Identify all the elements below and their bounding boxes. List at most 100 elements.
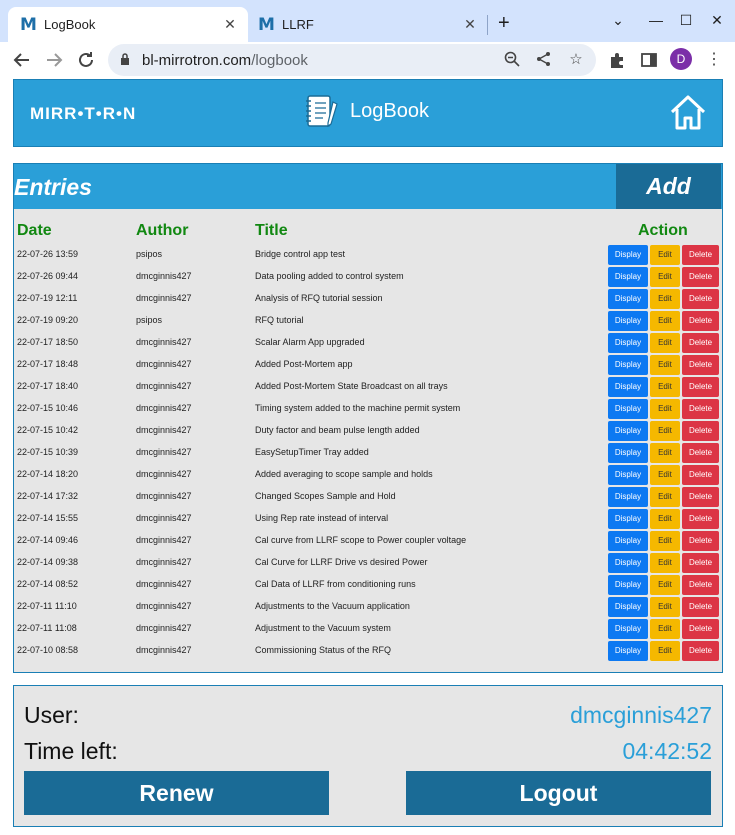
delete-button[interactable]: Delete	[682, 597, 719, 617]
edit-button[interactable]: Edit	[650, 245, 680, 265]
entry-title: Duty factor and beam pulse length added	[255, 425, 420, 435]
edit-button[interactable]: Edit	[650, 465, 680, 485]
display-button[interactable]: Display	[608, 443, 648, 463]
delete-button[interactable]: Delete	[682, 553, 719, 573]
back-arrow-icon[interactable]	[10, 48, 34, 72]
edit-button[interactable]: Edit	[650, 399, 680, 419]
side-panel-icon[interactable]	[640, 51, 658, 69]
display-button[interactable]: Display	[608, 245, 648, 265]
display-button[interactable]: Display	[608, 333, 648, 353]
entry-title: Scalar Alarm App upgraded	[255, 337, 365, 347]
logout-button[interactable]: Logout	[406, 771, 711, 815]
renew-button[interactable]: Renew	[24, 771, 329, 815]
entry-author: dmcginnis427	[136, 557, 192, 567]
display-button[interactable]: Display	[608, 531, 648, 551]
minimize-icon[interactable]: —	[646, 10, 666, 30]
display-button[interactable]: Display	[608, 399, 648, 419]
display-button[interactable]: Display	[608, 487, 648, 507]
delete-button[interactable]: Delete	[682, 641, 719, 661]
display-button[interactable]: Display	[608, 355, 648, 375]
add-entry-button[interactable]: Add	[616, 164, 721, 209]
mirrotron-logo[interactable]: MIRR•T•R•N	[30, 104, 136, 124]
edit-button[interactable]: Edit	[650, 619, 680, 639]
edit-button[interactable]: Edit	[650, 487, 680, 507]
zoom-out-icon[interactable]	[502, 50, 522, 70]
close-window-icon[interactable]: ✕	[707, 10, 727, 30]
display-button[interactable]: Display	[608, 553, 648, 573]
edit-button[interactable]: Edit	[650, 641, 680, 661]
tab-llrf[interactable]: M LLRF ✕	[252, 7, 488, 42]
display-button[interactable]: Display	[608, 289, 648, 309]
entry-title: Cal Data of LLRF from conditioning runs	[255, 579, 416, 589]
delete-button[interactable]: Delete	[682, 619, 719, 639]
column-header-title[interactable]: Title	[255, 222, 288, 240]
delete-button[interactable]: Delete	[682, 443, 719, 463]
edit-button[interactable]: Edit	[650, 531, 680, 551]
delete-button[interactable]: Delete	[682, 245, 719, 265]
display-button[interactable]: Display	[608, 641, 648, 661]
edit-button[interactable]: Edit	[650, 509, 680, 529]
entry-author: dmcginnis427	[136, 381, 192, 391]
column-header-date[interactable]: Date	[17, 222, 52, 240]
lock-icon[interactable]	[120, 52, 130, 66]
edit-button[interactable]: Edit	[650, 267, 680, 287]
edit-button[interactable]: Edit	[650, 289, 680, 309]
extensions-icon[interactable]	[608, 51, 626, 69]
delete-button[interactable]: Delete	[682, 509, 719, 529]
header-title-group: LogBook	[304, 94, 429, 128]
delete-button[interactable]: Delete	[682, 399, 719, 419]
delete-button[interactable]: Delete	[682, 487, 719, 507]
delete-button[interactable]: Delete	[682, 377, 719, 397]
delete-button[interactable]: Delete	[682, 575, 719, 595]
entry-date: 22-07-15 10:46	[17, 403, 79, 413]
maximize-icon[interactable]: ☐	[676, 10, 696, 30]
edit-button[interactable]: Edit	[650, 355, 680, 375]
delete-button[interactable]: Delete	[682, 355, 719, 375]
display-button[interactable]: Display	[608, 597, 648, 617]
display-button[interactable]: Display	[608, 465, 648, 485]
home-icon[interactable]	[668, 93, 708, 133]
entry-date: 22-07-26 13:59	[17, 249, 79, 259]
column-header-author[interactable]: Author	[136, 222, 188, 240]
delete-button[interactable]: Delete	[682, 333, 719, 353]
edit-button[interactable]: Edit	[650, 421, 680, 441]
kebab-menu-icon[interactable]: ⋮	[706, 48, 722, 72]
entry-title: Cal Curve for LLRF Drive vs desired Powe…	[255, 557, 428, 567]
delete-button[interactable]: Delete	[682, 267, 719, 287]
display-button[interactable]: Display	[608, 575, 648, 595]
edit-button[interactable]: Edit	[650, 443, 680, 463]
display-button[interactable]: Display	[608, 421, 648, 441]
display-button[interactable]: Display	[608, 267, 648, 287]
tab-logbook[interactable]: M LogBook ✕	[8, 7, 248, 42]
edit-button[interactable]: Edit	[650, 311, 680, 331]
edit-button[interactable]: Edit	[650, 597, 680, 617]
edit-button[interactable]: Edit	[650, 553, 680, 573]
entry-author: dmcginnis427	[136, 535, 192, 545]
edit-button[interactable]: Edit	[650, 377, 680, 397]
entry-date: 22-07-15 10:42	[17, 425, 79, 435]
display-button[interactable]: Display	[608, 311, 648, 331]
display-button[interactable]: Display	[608, 619, 648, 639]
delete-button[interactable]: Delete	[682, 465, 719, 485]
edit-button[interactable]: Edit	[650, 575, 680, 595]
close-tab-icon[interactable]: ✕	[462, 16, 478, 32]
edit-button[interactable]: Edit	[650, 333, 680, 353]
close-tab-icon[interactable]: ✕	[222, 16, 238, 32]
delete-button[interactable]: Delete	[682, 421, 719, 441]
entry-title: Adjustments to the Vacuum application	[255, 601, 410, 611]
entry-author: psipos	[136, 315, 163, 325]
forward-arrow-icon[interactable]	[42, 48, 66, 72]
star-icon[interactable]: ☆	[566, 50, 586, 70]
new-tab-button[interactable]: +	[498, 12, 510, 34]
display-button[interactable]: Display	[608, 377, 648, 397]
delete-button[interactable]: Delete	[682, 531, 719, 551]
delete-button[interactable]: Delete	[682, 289, 719, 309]
entry-title: Timing system added to the machine permi…	[255, 403, 461, 413]
share-icon[interactable]	[534, 50, 554, 70]
display-button[interactable]: Display	[608, 509, 648, 529]
address-bar[interactable]: bl-mirrotron.com/logbook ☆	[108, 44, 596, 76]
delete-button[interactable]: Delete	[682, 311, 719, 331]
profile-avatar[interactable]: D	[670, 48, 692, 70]
tab-search-icon[interactable]: ⌄	[608, 10, 628, 30]
reload-icon[interactable]	[74, 48, 98, 72]
